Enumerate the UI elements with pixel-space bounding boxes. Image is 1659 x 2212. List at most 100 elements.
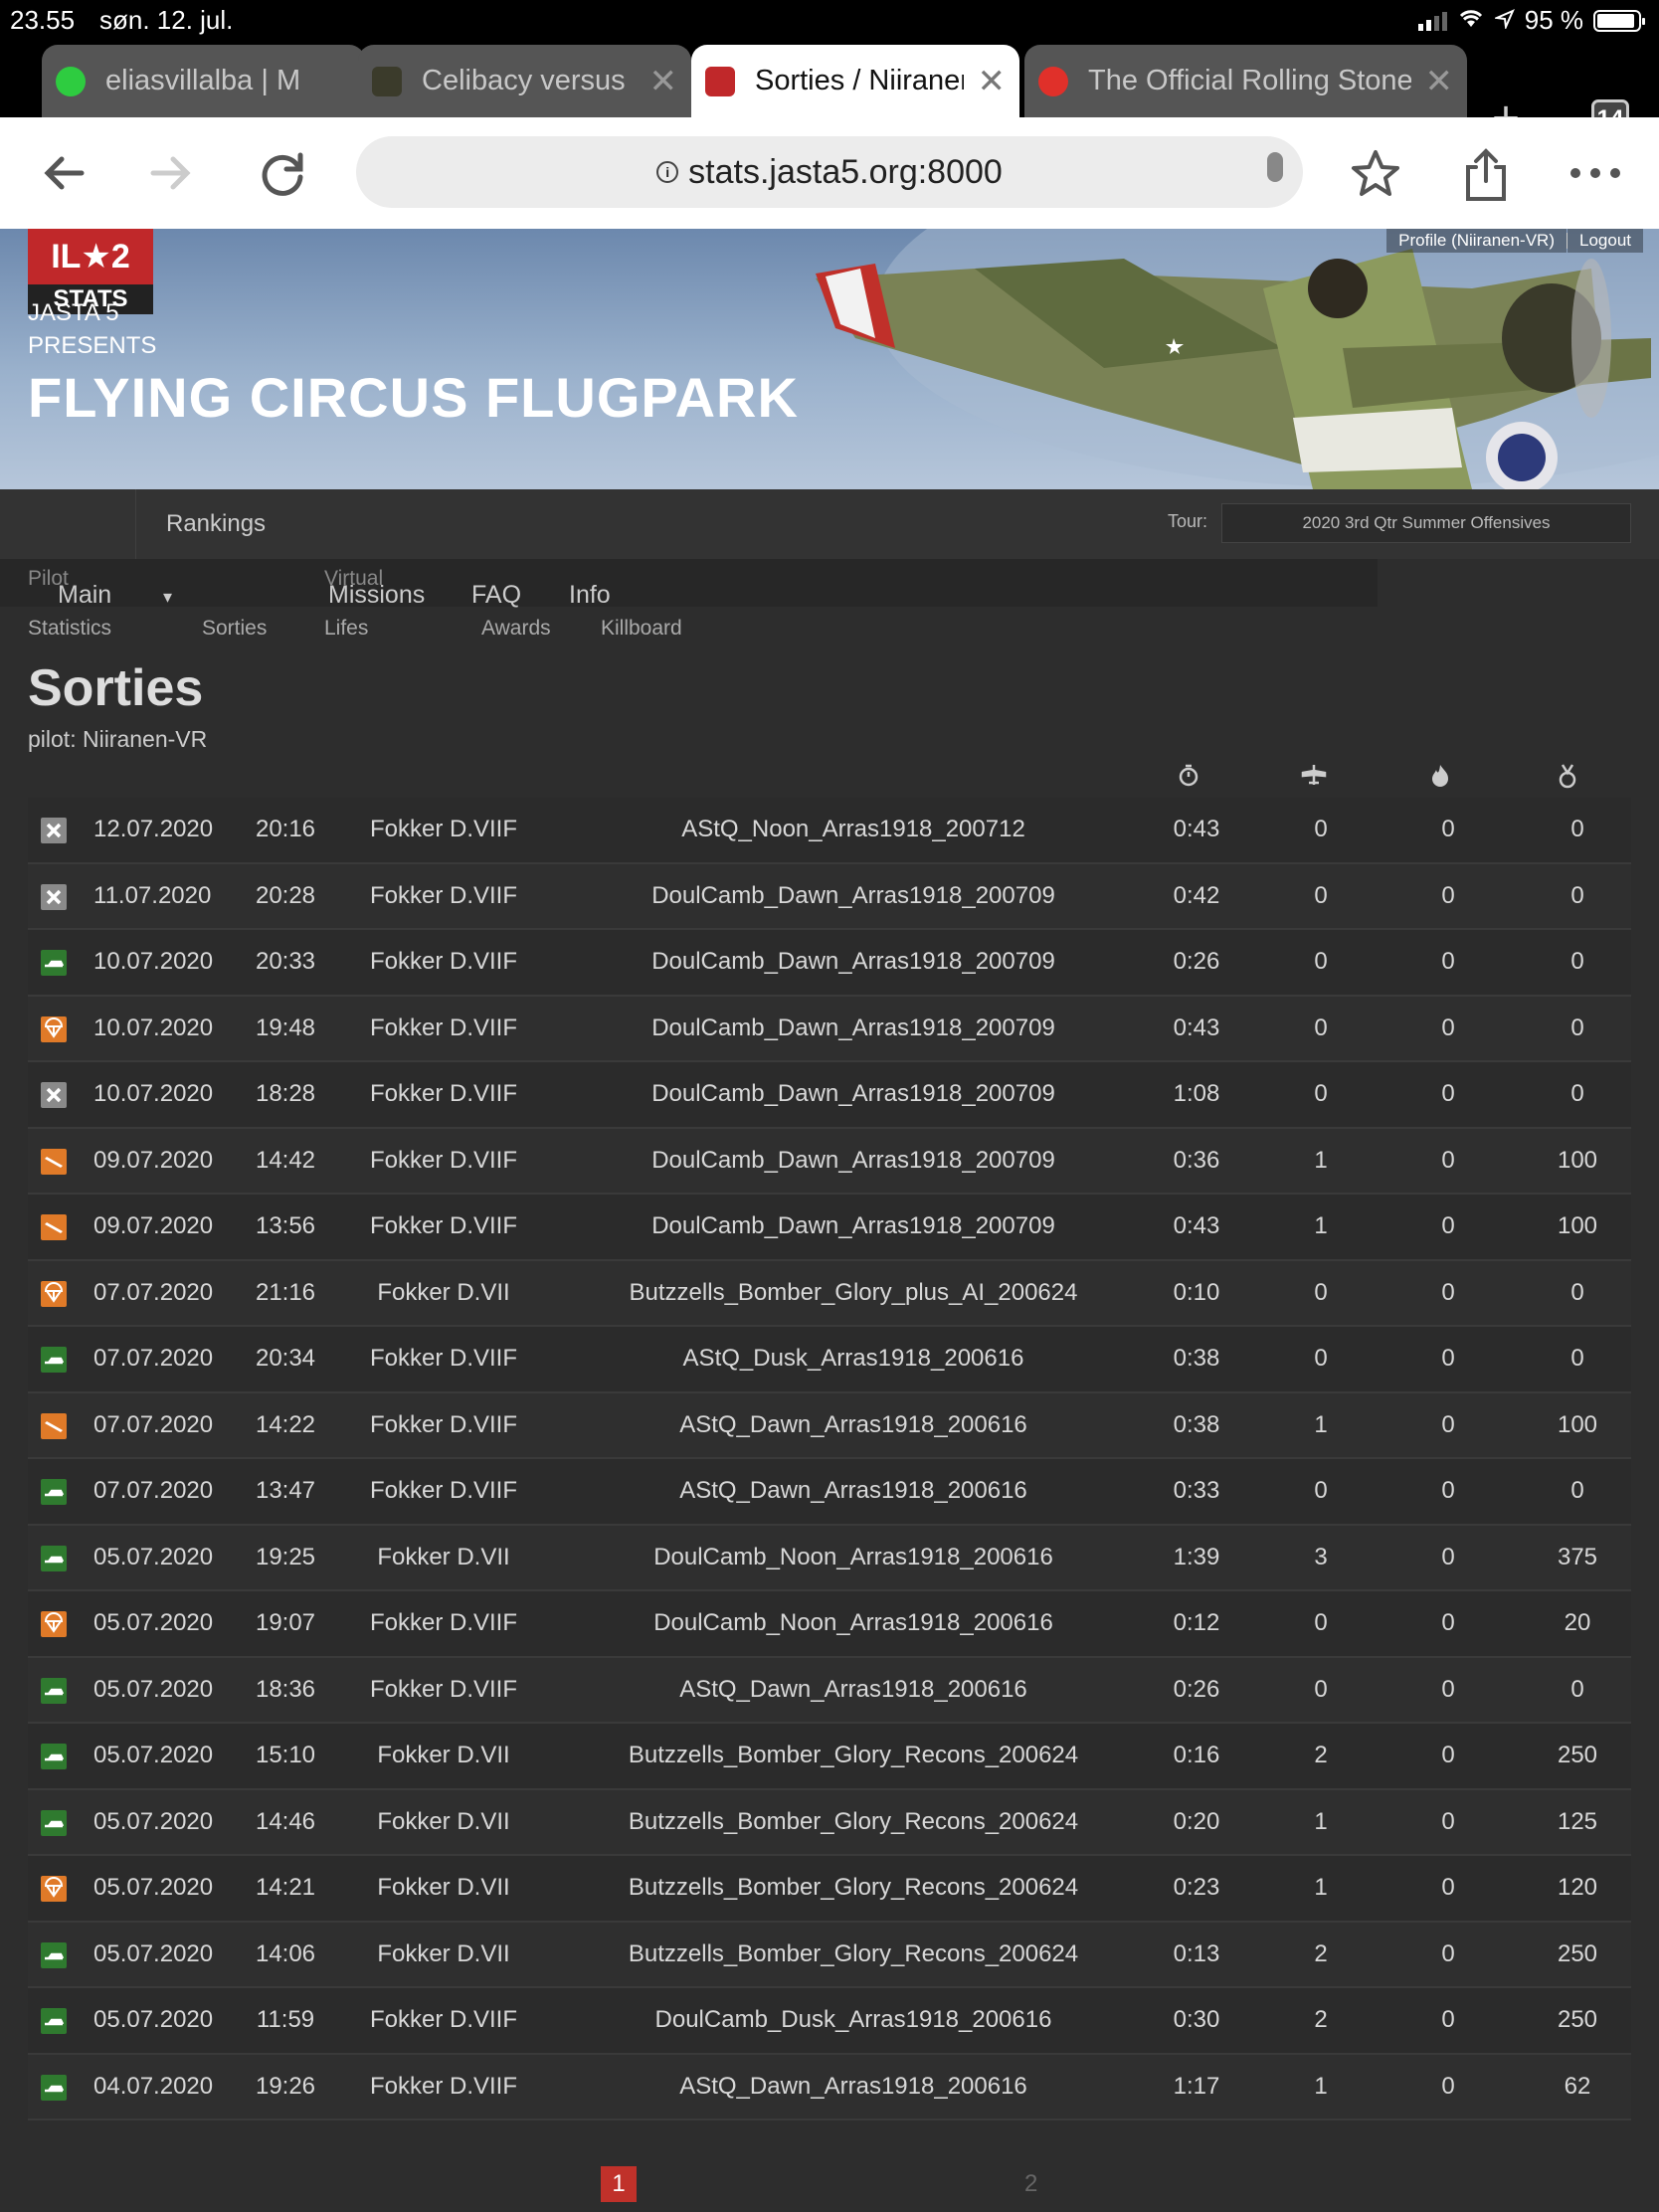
table-row[interactable]: 05.07.2020 14:21 Fokker D.VII Butzzells_Bom… (28, 1856, 1631, 1923)
sortie-duration: 0:23 (1173, 1874, 1220, 1901)
sortie-time: 13:47 (255, 1477, 316, 1504)
close-tab-icon[interactable]: ✕ (978, 62, 1007, 101)
sortie-mission[interactable]: Butzzells_Bomber_Glory_Recons_200624 (565, 1724, 1142, 1787)
sortie-mission[interactable]: Butzzells_Bomber_Glory_Recons_200624 (565, 1923, 1142, 1986)
sortie-time: 19:48 (255, 1014, 316, 1041)
table-row[interactable]: 04.07.2020 19:26 Fokker D.VIIF AStQ_Dawn_Ar… (28, 2054, 1631, 2120)
table-row[interactable]: 10.07.2020 20:33 Fokker D.VIIF DoulCamb_Daw… (28, 930, 1631, 997)
sortie-duration: 0:12 (1173, 1609, 1220, 1636)
nav-missions[interactable]: Missions (328, 581, 425, 610)
sortie-date: 10.07.2020 (93, 1080, 214, 1107)
sortie-mission[interactable]: DoulCamb_Noon_Arras1918_200616 (565, 1526, 1142, 1589)
nav-faq[interactable]: FAQ (471, 581, 521, 610)
logout-link[interactable]: Logout (1567, 229, 1643, 253)
sortie-mission[interactable]: DoulCamb_Noon_Arras1918_200616 (565, 1591, 1142, 1655)
table-row[interactable]: 10.07.2020 19:48 Fokker D.VIIF DoulCamb_Daw… (28, 996, 1631, 1062)
nav-rankings[interactable]: Rankings (135, 489, 374, 559)
address-bar[interactable]: i stats.jasta5.org:8000 (356, 136, 1303, 208)
sortie-aircraft-kills: 1 (1314, 2072, 1328, 2100)
table-row[interactable]: 07.07.2020 14:22 Fokker D.VIIF AStQ_Dawn_Ar… (28, 1392, 1631, 1459)
microphone-icon[interactable] (1267, 152, 1283, 182)
tab-celibacy[interactable]: Celibacy versus ✕ (358, 45, 691, 117)
sortie-aircraft: Fokker D.VIIF (369, 1477, 518, 1504)
sortie-mission[interactable]: DoulCamb_Dawn_Arras1918_200709 (565, 1062, 1142, 1126)
nav-lifes[interactable]: Lifes (324, 617, 368, 641)
sortie-mission[interactable]: AStQ_Dawn_Arras1918_200616 (565, 1658, 1142, 1722)
nav-info[interactable]: Info (569, 581, 611, 610)
nav-awards[interactable]: Awards (481, 617, 551, 641)
sortie-mission[interactable]: Butzzells_Bomber_Glory_Recons_200624 (565, 1856, 1142, 1920)
sortie-mission[interactable]: DoulCamb_Dawn_Arras1918_200709 (565, 1195, 1142, 1258)
back-icon[interactable] (38, 147, 90, 208)
sortie-ground-kills: 0 (1441, 1410, 1455, 1438)
table-row[interactable]: 05.07.2020 15:10 Fokker D.VII Butzzells_Bom… (28, 1724, 1631, 1790)
profile-link[interactable]: Profile (Niiranen-VR) (1386, 229, 1567, 253)
nav-sorties[interactable]: Sorties (202, 617, 267, 641)
bookmark-star-icon[interactable] (1348, 147, 1403, 212)
more-menu-icon[interactable] (1567, 147, 1623, 208)
table-row[interactable]: 05.07.2020 19:07 Fokker D.VIIF DoulCamb_Noo… (28, 1591, 1631, 1658)
wifi-icon (1457, 5, 1485, 36)
table-row[interactable]: 07.07.2020 13:47 Fokker D.VIIF AStQ_Dawn_Ar… (28, 1459, 1631, 1526)
sortie-time: 14:42 (255, 1146, 316, 1174)
page-2-button[interactable]: 2 (1024, 2170, 1037, 2198)
tab-eliasvillalba[interactable]: eliasvillalba | M (42, 45, 365, 117)
reload-icon[interactable] (257, 147, 308, 208)
sortie-mission[interactable]: AStQ_Dawn_Arras1918_200616 (565, 2055, 1142, 2119)
table-row[interactable]: 10.07.2020 18:28 Fokker D.VIIF DoulCamb_Daw… (28, 1062, 1631, 1129)
table-row[interactable]: 12.07.2020 20:16 Fokker D.VIIF AStQ_Noon_Ar… (28, 798, 1631, 864)
pagination: 1 2 (0, 2166, 1659, 2206)
sortie-date: 07.07.2020 (93, 1345, 214, 1372)
sortie-date: 09.07.2020 (93, 1212, 214, 1239)
sortie-mission[interactable]: DoulCamb_Dusk_Arras1918_200616 (565, 1988, 1142, 2052)
sortie-aircraft-kills: 2 (1314, 1742, 1328, 1768)
sortie-mission[interactable]: AStQ_Dawn_Arras1918_200616 (565, 1459, 1142, 1523)
nav-main[interactable]: Main (58, 581, 111, 610)
sortie-time: 14:21 (255, 1874, 316, 1901)
sortie-mission[interactable]: DoulCamb_Dawn_Arras1918_200709 (565, 864, 1142, 928)
site-info-icon[interactable]: i (656, 161, 679, 183)
sortie-aircraft: Fokker D.VII (377, 1543, 510, 1570)
sortie-date: 05.07.2020 (93, 1742, 214, 1768)
table-row[interactable]: 11.07.2020 20:28 Fokker D.VIIF DoulCamb_Daw… (28, 863, 1631, 930)
sortie-score: 250 (1557, 1742, 1598, 1768)
sortie-mission[interactable]: DoulCamb_Dawn_Arras1918_200709 (565, 930, 1142, 994)
table-row[interactable]: 09.07.2020 14:42 Fokker D.VIIF DoulCamb_Daw… (28, 1128, 1631, 1195)
status-date: søn. 12. jul. (99, 5, 234, 35)
sortie-mission[interactable]: AStQ_Dusk_Arras1918_200616 (565, 1327, 1142, 1390)
user-links: Profile (Niiranen-VR) Logout (1386, 229, 1643, 253)
table-row[interactable]: 07.07.2020 21:16 Fokker D.VII Butzzells_Bom… (28, 1260, 1631, 1327)
table-row[interactable]: 05.07.2020 14:46 Fokker D.VII Butzzells_Bom… (28, 1789, 1631, 1856)
table-row[interactable]: 09.07.2020 13:56 Fokker D.VIIF DoulCamb_Daw… (28, 1195, 1631, 1261)
table-row[interactable]: 05.07.2020 14:06 Fokker D.VII Butzzells_Bom… (28, 1922, 1631, 1988)
biplane-illustration (816, 229, 1659, 489)
page-1-button[interactable]: 1 (601, 2166, 637, 2202)
sortie-aircraft: Fokker D.VIIF (369, 1609, 518, 1636)
tab-sorties[interactable]: Sorties / Niiranen ✕ (691, 45, 1019, 117)
sortie-mission[interactable]: AStQ_Noon_Arras1918_200712 (565, 798, 1142, 861)
sortie-mission[interactable]: DoulCamb_Dawn_Arras1918_200709 (565, 1129, 1142, 1193)
forward-icon[interactable] (145, 147, 197, 208)
share-icon[interactable] (1460, 147, 1512, 212)
tour-select[interactable]: 2020 3rd Qtr Summer Offensives (1221, 503, 1631, 543)
table-row[interactable]: 05.07.2020 19:25 Fokker D.VII DoulCamb_Noon… (28, 1525, 1631, 1591)
tab-rolling-stones[interactable]: The Official Rolling Stones ✕ (1024, 45, 1467, 117)
sortie-mission[interactable]: AStQ_Dawn_Arras1918_200616 (565, 1393, 1142, 1457)
sortie-mission[interactable]: Butzzells_Bomber_Glory_Recons_200624 (565, 1790, 1142, 1854)
sortie-date: 05.07.2020 (93, 2006, 214, 2033)
disco-status-icon (41, 1082, 67, 1108)
battery-percent: 95 % (1524, 5, 1583, 35)
nav-killboard[interactable]: Killboard (601, 617, 682, 641)
nav-statistics[interactable]: Statistics (28, 617, 111, 641)
close-tab-icon[interactable]: ✕ (649, 62, 678, 101)
landed-status-icon (41, 1809, 67, 1836)
table-row[interactable]: 07.07.2020 20:34 Fokker D.VIIF AStQ_Dusk_Ar… (28, 1327, 1631, 1393)
tab-title: The Official Rolling Stones (1088, 65, 1411, 96)
table-row[interactable]: 05.07.2020 18:36 Fokker D.VIIF AStQ_Dawn_Ar… (28, 1657, 1631, 1724)
sortie-mission[interactable]: DoulCamb_Dawn_Arras1918_200709 (565, 997, 1142, 1060)
close-tab-icon[interactable]: ✕ (1425, 62, 1454, 101)
sortie-time: 20:16 (255, 816, 316, 842)
table-row[interactable]: 05.07.2020 11:59 Fokker D.VIIF DoulCamb_Dus… (28, 1988, 1631, 2055)
dropdown-arrow-icon[interactable]: ▾ (163, 587, 172, 608)
sortie-mission[interactable]: Butzzells_Bomber_Glory_plus_AI_200624 (565, 1261, 1142, 1325)
